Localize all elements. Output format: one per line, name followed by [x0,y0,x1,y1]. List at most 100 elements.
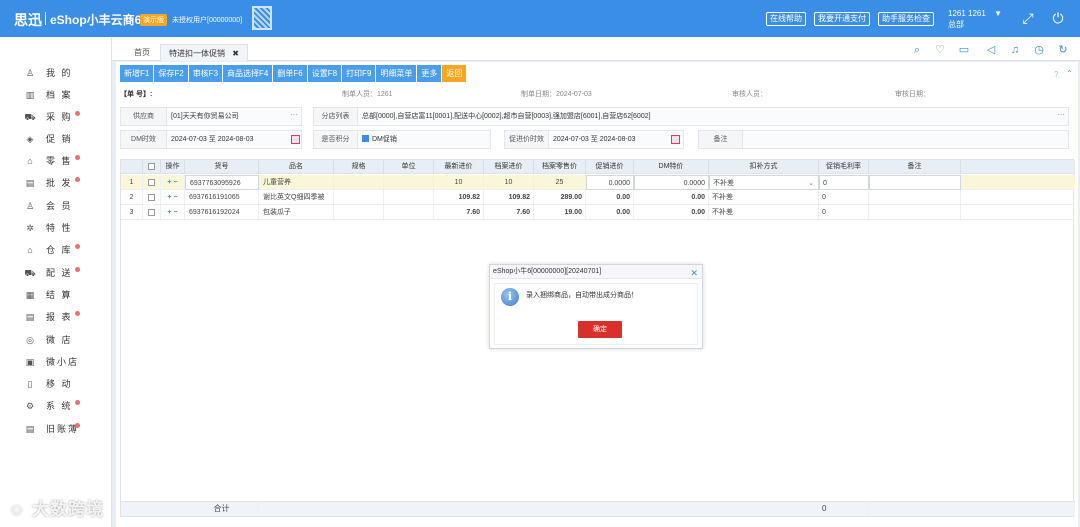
remove-row-icon[interactable]: − [173,209,177,216]
branch-list-label: 分店列表 [314,108,358,125]
heart-icon[interactable]: ♡ [933,43,947,57]
add-row-icon[interactable]: + [167,194,171,201]
dm-promo-checkbox[interactable] [362,135,369,142]
sidebar-item-wechat-shop[interactable]: ◎ 微 店 [24,332,73,348]
sidebar-item-purchase[interactable]: ⛟ 采 购 [24,109,80,125]
sidebar-item-mini-shop[interactable]: ▣ 微小店 [24,354,79,370]
close-icon[interactable]: ✕ [690,266,698,280]
folder-icon[interactable]: ▭ [957,43,971,57]
more-button[interactable]: 更多 [417,65,443,82]
remove-row-icon[interactable]: − [173,179,177,186]
supplier-field[interactable]: 供应商 [01]天天有你贸易公司 ··· [120,107,302,126]
select-product-button[interactable]: 商品选择F4 [223,65,274,82]
sidebar-item-settlement[interactable]: ▦ 结 算 [24,287,73,303]
search-icon[interactable]: ⌕ [910,43,924,57]
calendar-icon[interactable] [291,135,300,144]
row-checkbox-cell [143,205,161,220]
supplier-value: [01]天天有你贸易公司 [171,113,239,120]
sidebar-item-archive[interactable]: ▥ 档 案 [24,87,73,103]
supplier-label: 供应商 [121,108,167,125]
select-all-checkbox[interactable] [148,163,155,170]
code-input[interactable]: 6937763095926 [185,175,259,190]
dm-time-field[interactable]: DM时效 2024-07-03 至 2024-08-03 [120,130,302,149]
tag-icon: ◈ [26,134,34,144]
points-field[interactable]: 是否积分 DM促销 [313,130,491,149]
tab-home[interactable]: 首页 [126,44,158,61]
sidebar-item-report[interactable]: ▤ 报 表 [24,309,80,325]
more-options-icon[interactable]: ··· [290,108,298,122]
col-spec: 规格 [334,160,384,174]
archive-price-cell: 109.82 [484,190,534,205]
sidebar-item-old-ledger[interactable]: ▤ 旧账薄 [24,421,80,437]
margin-input[interactable]: 0 [819,175,869,190]
table-row[interactable]: 3 + − 6937616192024 包装瓜子 7.60 7.60 19.00… [121,205,1075,220]
dm-end-date: 2024-08-03 [217,136,254,143]
refresh-icon[interactable]: ↻ [1056,43,1070,57]
sidebar-item-mobile[interactable]: ▯ 移 动 [24,376,73,392]
row-checkbox[interactable] [148,209,155,216]
promo-price-input[interactable]: 0.0000 [586,175,634,190]
save-button[interactable]: 保存F2 [154,65,189,82]
archive-price-cell: 7.60 [484,205,534,220]
tab-promotion[interactable]: 特进扣一体促销 ✖ [160,44,248,61]
latest-price-cell: 109.82 [434,190,484,205]
assistant-check-button[interactable]: 助手服务检查 [878,12,934,26]
remark-label: 备注 [699,131,743,148]
add-row-icon[interactable]: + [167,179,171,186]
online-help-button[interactable]: 在线帮助 [766,12,806,26]
sidebar-item-retail[interactable]: ⌂ 零 售 [24,153,80,169]
dialog-body: i 录入捆绑商品，自动带出成分商品！ 确定 [494,283,698,345]
new-button[interactable]: 新增F1 [120,65,155,82]
promo-price-cell: 0.00 [586,205,634,220]
sidebar-item-wholesale[interactable]: ▤ 批 发 [24,175,80,191]
spec-cell [334,205,384,220]
promo-time-field[interactable]: 促进价时效 2024-07-03 至 2024-08-03 [504,130,684,149]
settings-button[interactable]: 设置F8 [307,65,343,82]
audit-button[interactable]: 审核F3 [188,65,224,82]
qr-code-icon[interactable] [252,6,272,30]
fullscreen-icon[interactable]: ⤢ [1020,10,1036,26]
speaker-icon[interactable]: ◁ [984,43,998,57]
method-select[interactable]: 不补差 ⌄ [709,175,819,190]
sidebar-item-delivery[interactable]: ⛟ 配 送 [24,265,80,281]
sidebar-item-member[interactable]: ♙ 会 员 [24,198,73,214]
branch-list-field[interactable]: 分店列表 总部[0000],自营店富11[0001],配送中心[0002],超市… [313,107,1069,126]
close-tab-icon[interactable]: ✖ [232,49,239,58]
table-row[interactable]: 1 + − 6937763095926 儿童营养 10 10 25 0.0000… [121,175,1075,190]
bell-icon[interactable]: ♫ [1008,43,1022,57]
table-row[interactable]: 2 + − 6937616191065 谢比英文Q细四季被 109.82 109… [121,190,1075,205]
detail-menu-button[interactable]: 明细菜单 [376,65,418,82]
row-number: 3 [121,205,143,220]
remark-input[interactable] [869,175,961,190]
col-latest-price: 最新进价 [434,160,484,174]
shop-icon: ◎ [26,335,34,345]
delete-doc-button[interactable]: 删单F6 [273,65,308,82]
calendar-icon[interactable] [671,135,680,144]
power-icon[interactable]: ⏻ [1050,10,1066,26]
unauthorized-user-text: 未授权用户[00000000] [172,17,243,24]
promo-time-value: 2024-07-03 至 2024-08-03 [553,131,636,148]
more-options-icon[interactable]: ··· [1057,108,1065,122]
collapse-up-icon[interactable]: ⌃ [1066,69,1073,78]
dm-price-input[interactable]: 0.0000 [634,175,709,190]
sidebar-item-feature[interactable]: ✲ 特 性 [24,220,73,236]
alarm-icon[interactable]: ◷ [1032,43,1046,57]
chevron-down-icon: ⌄ [808,180,814,187]
ok-button[interactable]: 确定 [578,321,622,338]
remark-field[interactable]: 备注 [698,130,1069,149]
user-menu[interactable]: 1261 1261 ▼ 总部 [948,8,1002,30]
remove-row-icon[interactable]: − [173,194,177,201]
open-payment-button[interactable]: 我要开通支付 [814,12,870,26]
print-button[interactable]: 打印F9 [342,65,377,82]
sidebar-item-mine[interactable]: ♙ 我 的 [24,65,73,81]
sidebar-item-warehouse[interactable]: ⌂ 仓 库 [24,242,80,258]
back-button[interactable]: 返回 [442,65,468,82]
row-checkbox[interactable] [148,194,155,201]
row-checkbox[interactable] [148,179,155,186]
promo-time-label: 促进价时效 [505,131,549,148]
sidebar-item-promotion[interactable]: ◈ 促 销 [24,131,73,147]
add-row-icon[interactable]: + [167,209,171,216]
product-name: 包装瓜子 [259,205,334,220]
help-circle-icon[interactable]: ? [1054,70,1058,79]
sidebar-item-system[interactable]: ⚙ 系 统 [24,398,80,414]
